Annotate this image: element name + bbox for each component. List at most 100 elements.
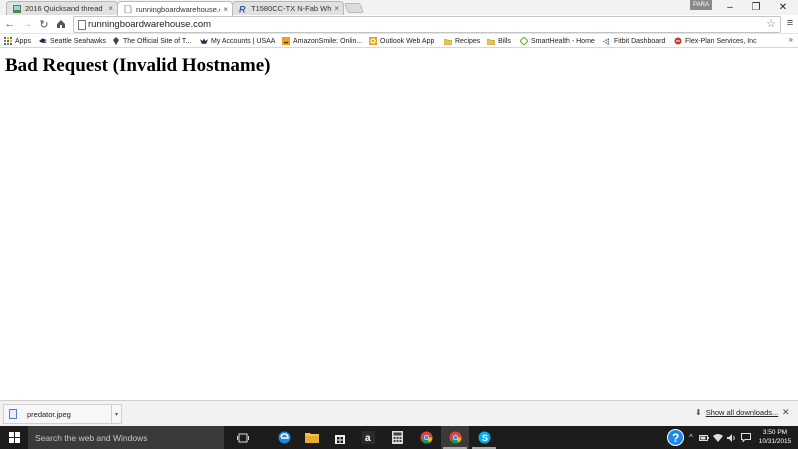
tab-strip: 2016 Quicksand thread | T × runningboard… [0,0,798,16]
bookmark-flex-plan[interactable]: Flex-Plan Services, Inc [674,35,757,47]
windows-logo-icon [8,432,20,443]
browser-toolbar: ← → ↻ ☆ ≡ [0,15,798,34]
new-tab-button[interactable] [344,3,364,13]
profile-button[interactable]: PARA [690,0,712,10]
taskbar-search-input[interactable] [28,426,224,449]
bookmark-seattle-seahawks[interactable]: Seattle Seahawks [39,35,106,47]
url-input[interactable] [88,17,748,32]
bookmark-usaa[interactable]: My Accounts | USAA [200,35,275,47]
start-button[interactable] [0,426,28,449]
page-info-icon[interactable] [78,20,86,30]
task-view-icon[interactable] [229,426,257,449]
tab-nfab-wheel[interactable]: R T1580CC-TX N-Fab Wheel × [232,1,344,15]
clock-time: 3:50 PM [762,429,788,436]
bookmark-folder-bills[interactable]: Bills [487,35,511,47]
folder-icon [487,37,495,45]
forum-favicon-icon [13,4,21,13]
bookmark-label: Seattle Seahawks [50,37,107,45]
download-item[interactable]: predator.jpeg ▾ [3,404,122,424]
bookmark-label: Bills [498,37,511,45]
page-favicon-icon [124,5,132,13]
tab-title: T1580CC-TX N-Fab Wheel [251,4,332,13]
taskbar-search-box[interactable] [28,426,224,449]
bookmark-smarthealth[interactable]: SmartHealth - Home [520,35,595,47]
chrome-icon[interactable] [412,426,440,449]
restore-icon[interactable]: ❐ [743,0,769,14]
bookmark-label: The Official Site of T... [123,37,192,45]
chrome-menu-icon[interactable]: ≡ [784,17,796,31]
skype-icon[interactable]: S [470,426,498,449]
bookmark-official-site[interactable]: The Official Site of T... [112,35,191,47]
wifi-icon[interactable] [712,426,724,449]
fitbit-dots-icon [603,37,611,45]
apps-grid-icon [4,37,12,45]
download-options-chevron-icon[interactable]: ▾ [111,404,121,424]
tab-close-icon[interactable]: × [334,4,339,13]
tab-quicksand-thread[interactable]: 2016 Quicksand thread | T × [6,1,118,15]
page-content: Bad Request (Invalid Hostname) [0,49,798,400]
svg-text:?: ? [672,431,679,445]
show-all-downloads-label: Show all downloads... [705,408,779,417]
bookmark-label: Recipes [455,37,481,45]
chrome-active-window-icon[interactable] [441,426,469,449]
bookmark-label: Flex-Plan Services, Inc [685,37,757,45]
help-icon[interactable]: ? [664,426,686,449]
store-icon[interactable] [326,426,354,449]
action-center-icon[interactable] [740,426,752,449]
show-hidden-icons-chevron-icon[interactable]: ^ [686,426,696,449]
bookmark-label: Fitbit Dashboard [614,37,666,45]
download-arrow-icon: ⬇ [695,408,702,417]
bookmark-label: Outlook Web App [380,37,435,45]
bookmark-label: My Accounts | USAA [211,37,276,45]
reload-icon[interactable]: ↻ [37,17,51,31]
system-clock[interactable]: 3:50 PM 10/31/2015 [755,428,795,446]
tab-title: 2016 Quicksand thread | T [25,4,106,13]
tab-close-icon[interactable]: × [223,5,228,14]
folder-icon [444,37,452,45]
download-shelf: predator.jpeg ▾ ⬇ Show all downloads... … [0,400,798,426]
bookmark-apps[interactable]: Apps [4,35,31,47]
bookmark-label: AmazonSmile: Onlin... [293,37,363,45]
bookmark-fitbit[interactable]: Fitbit Dashboard [603,35,665,47]
windows-taskbar: a S ? ^ 3:50 PM 10/31/2015 [0,426,798,449]
download-file-name: predator.jpeg [27,409,71,419]
tab-runningboardwarehouse[interactable]: runningboardwarehouse.c × [117,1,233,16]
tab-title: runningboardwarehouse.c [136,4,221,14]
more-bookmarks-icon[interactable]: » [789,35,793,44]
minimize-icon[interactable]: – [717,0,743,14]
flexplan-favicon-icon [674,37,682,45]
bookmark-amazonsmile[interactable]: AmazonSmile: Onlin... [282,35,362,47]
svg-text:a: a [365,433,371,444]
site-r-favicon-icon: R [239,5,246,13]
edge-browser-icon[interactable] [270,426,298,449]
address-bar[interactable]: ☆ [73,16,781,33]
clock-date: 10/31/2015 [758,438,792,445]
volume-icon[interactable] [726,426,738,449]
close-shelf-icon[interactable]: ✕ [782,407,790,418]
home-icon[interactable] [54,17,68,31]
outlook-favicon-icon [369,37,377,45]
close-window-icon[interactable]: ✕ [770,0,796,14]
forward-arrow-icon[interactable]: → [20,17,34,31]
amazon-favicon-icon [282,37,290,45]
bookmark-label: SmartHealth - Home [531,37,595,45]
bookmark-folder-recipes[interactable]: Recipes [444,35,480,47]
bookmarks-bar: Apps Seattle Seahawks The Official Site … [0,34,798,48]
file-explorer-icon[interactable] [298,426,326,449]
smarthealth-diamond-icon [520,37,528,45]
calculator-icon[interactable] [383,426,411,449]
battery-icon[interactable] [698,426,710,449]
amazon-app-icon[interactable]: a [354,426,382,449]
bookmark-outlook[interactable]: Outlook Web App [369,35,434,47]
back-arrow-icon[interactable]: ← [3,17,17,31]
tab-close-icon[interactable]: × [108,4,113,13]
seahawks-logo-icon [39,37,47,45]
site-favicon-icon [112,37,120,45]
page-heading: Bad Request (Invalid Hostname) [5,55,271,76]
bookmark-label: Apps [15,37,31,45]
image-file-icon [9,409,17,419]
usaa-eagle-icon [200,37,208,45]
svg-text:S: S [482,433,488,443]
show-all-downloads-link[interactable]: ⬇ Show all downloads... [695,408,778,417]
bookmark-star-icon[interactable]: ☆ [766,17,776,30]
